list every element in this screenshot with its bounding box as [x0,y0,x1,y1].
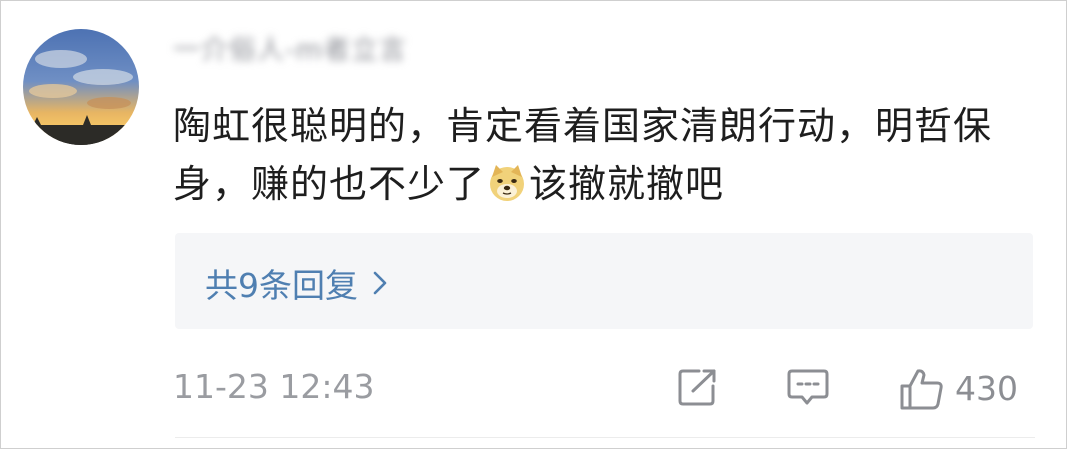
comment-text: 陶虹很聪明的，肯定看着国家清朗行动，明哲保身，赚的也不少了 该撤就撤吧 [173,97,1043,213]
divider [175,437,1035,438]
avatar[interactable] [23,29,139,145]
like-count: 430 [955,369,1018,408]
comment-card: 一介俗人-m者立言 陶虹很聪明的，肯定看着国家清朗行动，明哲保身，赚的也不少了 … [0,0,1067,449]
chevron-right-icon [372,270,388,296]
like-button[interactable]: 430 [899,367,1018,411]
comment-footer: 11-23 12:43 430 [173,363,1033,411]
comment-button[interactable] [787,367,829,407]
replies-label: 共9条回复 [205,266,358,305]
share-icon [677,367,719,407]
replies-box: 共9条回复 [175,233,1033,329]
doge-emoji [487,161,527,201]
comment-text-part2: 该撤就撤吧 [529,162,725,206]
view-replies-link[interactable]: 共9条回复 [205,261,388,305]
thumbs-up-icon [899,367,945,411]
share-button[interactable] [677,367,719,407]
timestamp: 11-23 12:43 [173,367,375,406]
comment-icon [787,367,829,407]
username[interactable]: 一介俗人-m者立言 [173,31,407,71]
